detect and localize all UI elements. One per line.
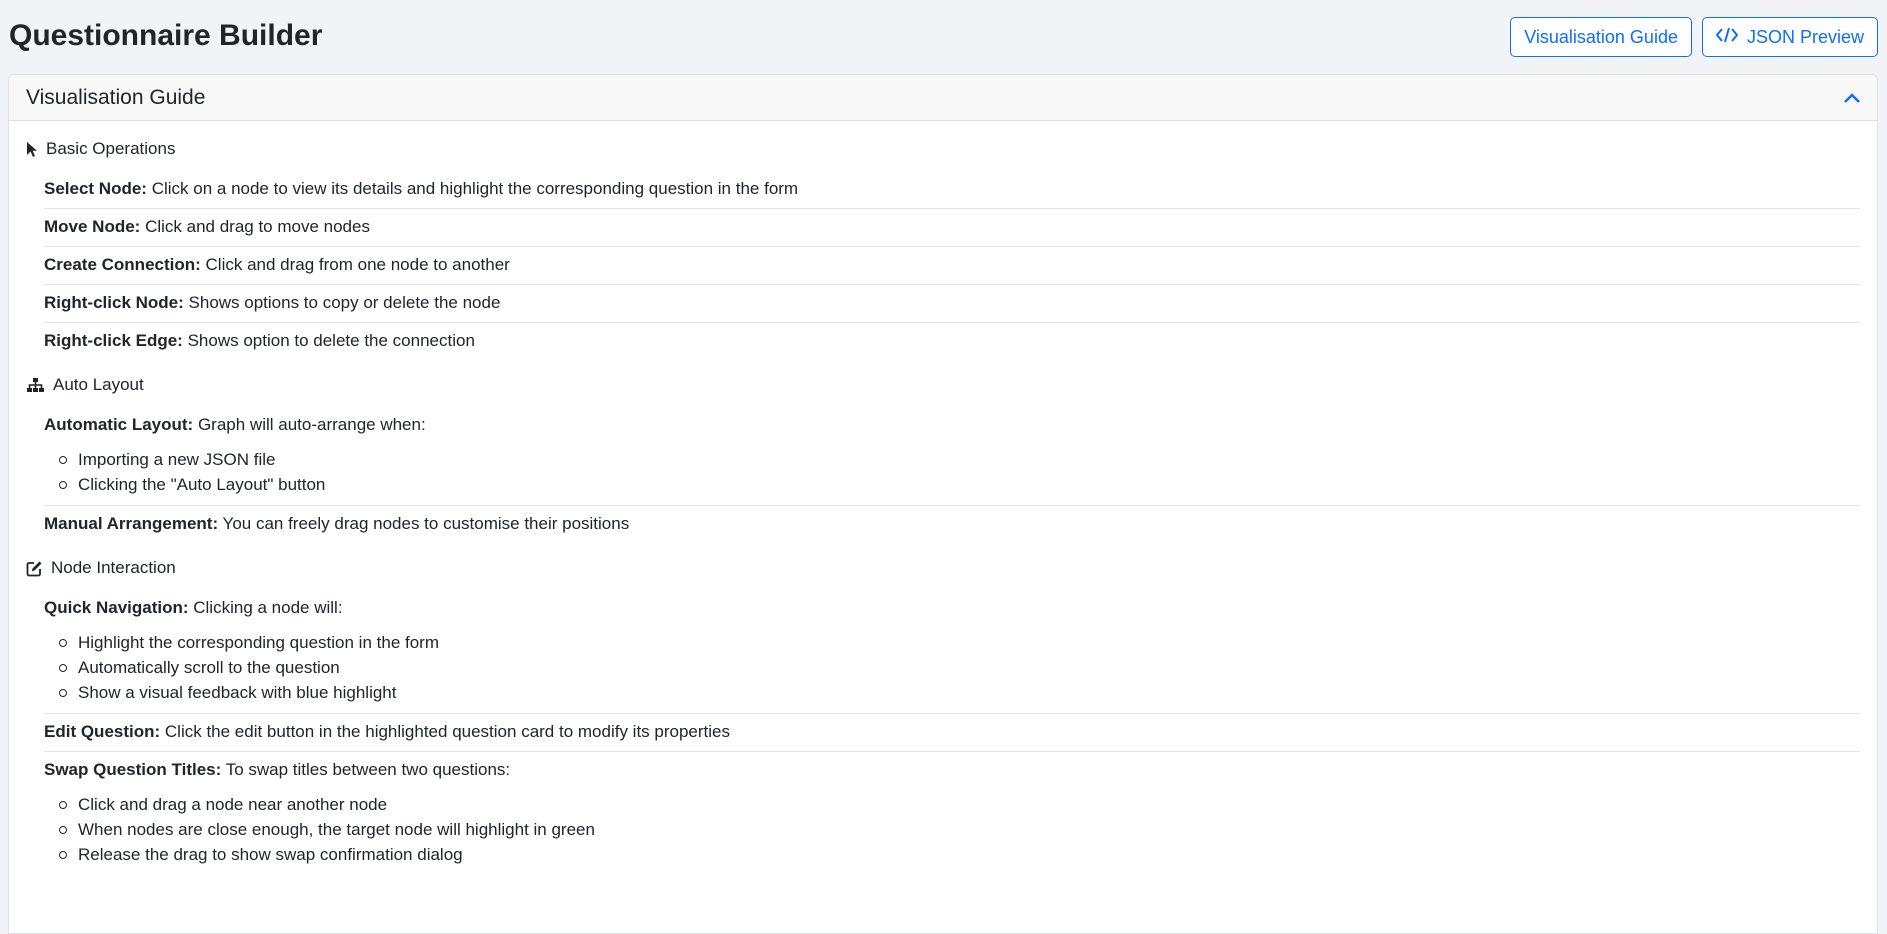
sitemap-icon [26,377,45,393]
bullet-item: Show a visual feedback with blue highlig… [44,680,1860,705]
guide-card-title: Visualisation Guide [26,85,206,109]
visualisation-guide-card: Visualisation Guide Basic Operations Sel… [8,74,1878,934]
bullet-list: Importing a new JSON file Clicking the "… [44,447,1860,497]
json-preview-button[interactable]: JSON Preview [1701,17,1878,57]
section-auto-layout: Auto Layout Automatic Layout: Graph will… [26,373,1860,543]
section-heading: Node Interaction [26,556,1860,580]
bullet-item: Importing a new JSON file [44,447,1860,472]
section-basic-operations: Basic Operations Select Node: Click on a… [26,137,1860,360]
list-item: Quick Navigation: Clicking a node will: … [44,590,1860,714]
bullet-item: When nodes are close enough, the target … [44,817,1860,842]
list-item: Edit Question: Click the edit button in … [44,714,1860,752]
json-preview-button-label: JSON Preview [1746,26,1864,47]
page-title: Questionnaire Builder [9,19,323,52]
list-item: Select Node: Click on a node to view its… [44,171,1860,209]
page-header: Questionnaire Builder Visualisation Guid… [0,0,1887,74]
bullet-item: Highlight the corresponding question in … [44,630,1860,655]
list-item: Right-click Node: Shows options to copy … [44,285,1860,323]
header-actions: Visualisation Guide JSON Preview [1510,17,1878,57]
list-item: Move Node: Click and drag to move nodes [44,209,1860,247]
list-item: Right-click Edge: Shows option to delete… [44,331,475,350]
cursor-pointer-icon [26,141,38,158]
section-title: Auto Layout [53,375,144,394]
section-node-interaction: Node Interaction Quick Navigation: Click… [26,556,1860,875]
bullet-item: Click and drag a node near another node [44,792,1860,817]
guide-card-body: Basic Operations Select Node: Click on a… [9,121,1877,875]
list-item: Manual Arrangement: You can freely drag … [44,514,630,533]
visualisation-guide-button-label: Visualisation Guide [1524,26,1678,47]
list-item: Create Connection: Click and drag from o… [44,247,1860,285]
edit-icon [26,560,43,577]
list-item: Automatic Layout: Graph will auto-arrang… [44,407,1860,506]
section-title: Node Interaction [51,558,176,577]
bullet-list: Highlight the corresponding question in … [44,630,1860,705]
chevron-up-icon[interactable] [1843,92,1861,104]
bullet-item: Automatically scroll to the question [44,655,1860,680]
visualisation-guide-button[interactable]: Visualisation Guide [1510,17,1692,57]
section-heading: Basic Operations [26,137,1860,161]
section-title: Basic Operations [46,139,176,158]
code-icon [1715,26,1739,49]
guide-card-header[interactable]: Visualisation Guide [9,75,1877,121]
list-item: Swap Question Titles: To swap titles bet… [44,752,1860,875]
bullet-item: Release the drag to show swap confirmati… [44,842,1860,867]
section-heading: Auto Layout [26,373,1860,397]
bullet-list: Click and drag a node near another node … [44,792,1860,867]
bullet-item: Clicking the "Auto Layout" button [44,472,1860,497]
